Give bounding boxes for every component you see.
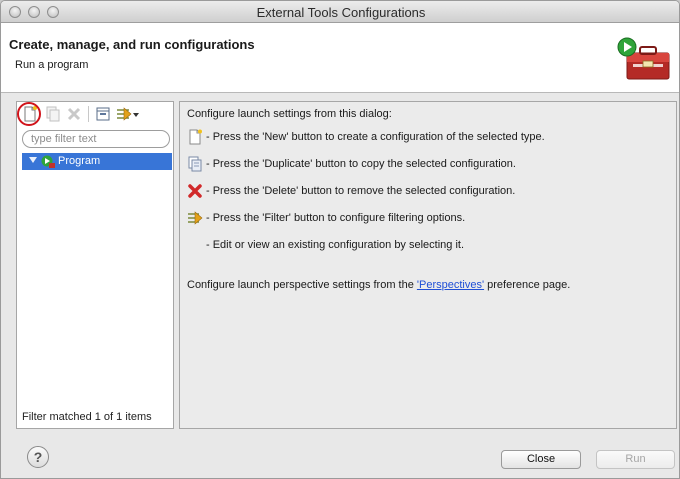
expand-arrow-icon[interactable] <box>29 157 37 163</box>
perspective-text-after: preference page. <box>484 279 571 291</box>
duplicate-icon <box>46 106 60 122</box>
delete-icon <box>67 107 81 121</box>
duplicate-icon <box>188 156 202 172</box>
title-bar: External Tools Configurations <box>1 1 679 23</box>
info-item-edit: - Edit or view an existing configuration… <box>187 237 667 255</box>
close-button[interactable]: Close <box>501 450 581 469</box>
info-item-text: - Press the 'Duplicate' button to copy t… <box>206 158 516 170</box>
info-item-text: - Press the 'Filter' button to configure… <box>206 212 466 224</box>
header-title: Create, manage, and run configurations <box>9 37 255 52</box>
collapse-all-icon[interactable] <box>94 105 112 123</box>
new-icon <box>189 129 202 145</box>
info-item-delete: - Press the 'Delete' button to remove th… <box>187 183 667 201</box>
header-subtitle: Run a program <box>15 59 89 71</box>
config-toolbar <box>17 102 173 126</box>
filter-status-text: Filter matched 1 of 1 items <box>22 411 152 423</box>
delete-icon <box>188 184 202 198</box>
program-icon <box>41 155 55 168</box>
run-button[interactable]: Run <box>596 450 675 469</box>
window-title: External Tools Configurations <box>256 5 426 20</box>
perspective-text-before: Configure launch perspective settings fr… <box>187 279 417 291</box>
dropdown-arrow-icon[interactable] <box>131 105 141 123</box>
info-item-new: - Press the 'New' button to create a con… <box>187 129 667 147</box>
info-item-text: - Press the 'Delete' button to remove th… <box>206 185 516 197</box>
perspective-text: Configure launch perspective settings fr… <box>187 279 570 291</box>
help-button[interactable]: ? <box>27 446 49 468</box>
info-item-duplicate: - Press the 'Duplicate' button to copy t… <box>187 156 667 174</box>
info-item-filter: - Press the 'Filter' button to configure… <box>187 210 667 228</box>
new-button-highlight-circle <box>17 102 41 126</box>
dialog-header: Create, manage, and run configurations R… <box>1 23 679 93</box>
toolbox-run-icon <box>617 37 670 80</box>
info-item-text: - Edit or view an existing configuration… <box>206 239 465 251</box>
filter-icon <box>188 211 203 225</box>
tree-item-program[interactable]: Program <box>22 153 172 170</box>
external-tools-dialog: External Tools Configurations Create, ma… <box>0 0 680 479</box>
filter-input[interactable] <box>22 130 170 148</box>
info-item-text: - Press the 'New' button to create a con… <box>206 131 545 143</box>
configuration-list-panel: Program Filter matched 1 of 1 items <box>16 101 174 429</box>
tree-item-label: Program <box>58 155 101 167</box>
info-panel: Configure launch settings from this dial… <box>179 101 677 429</box>
toolbar-separator <box>88 106 89 122</box>
info-intro: Configure launch settings from this dial… <box>187 108 392 120</box>
perspectives-link[interactable]: 'Perspectives' <box>417 279 484 291</box>
